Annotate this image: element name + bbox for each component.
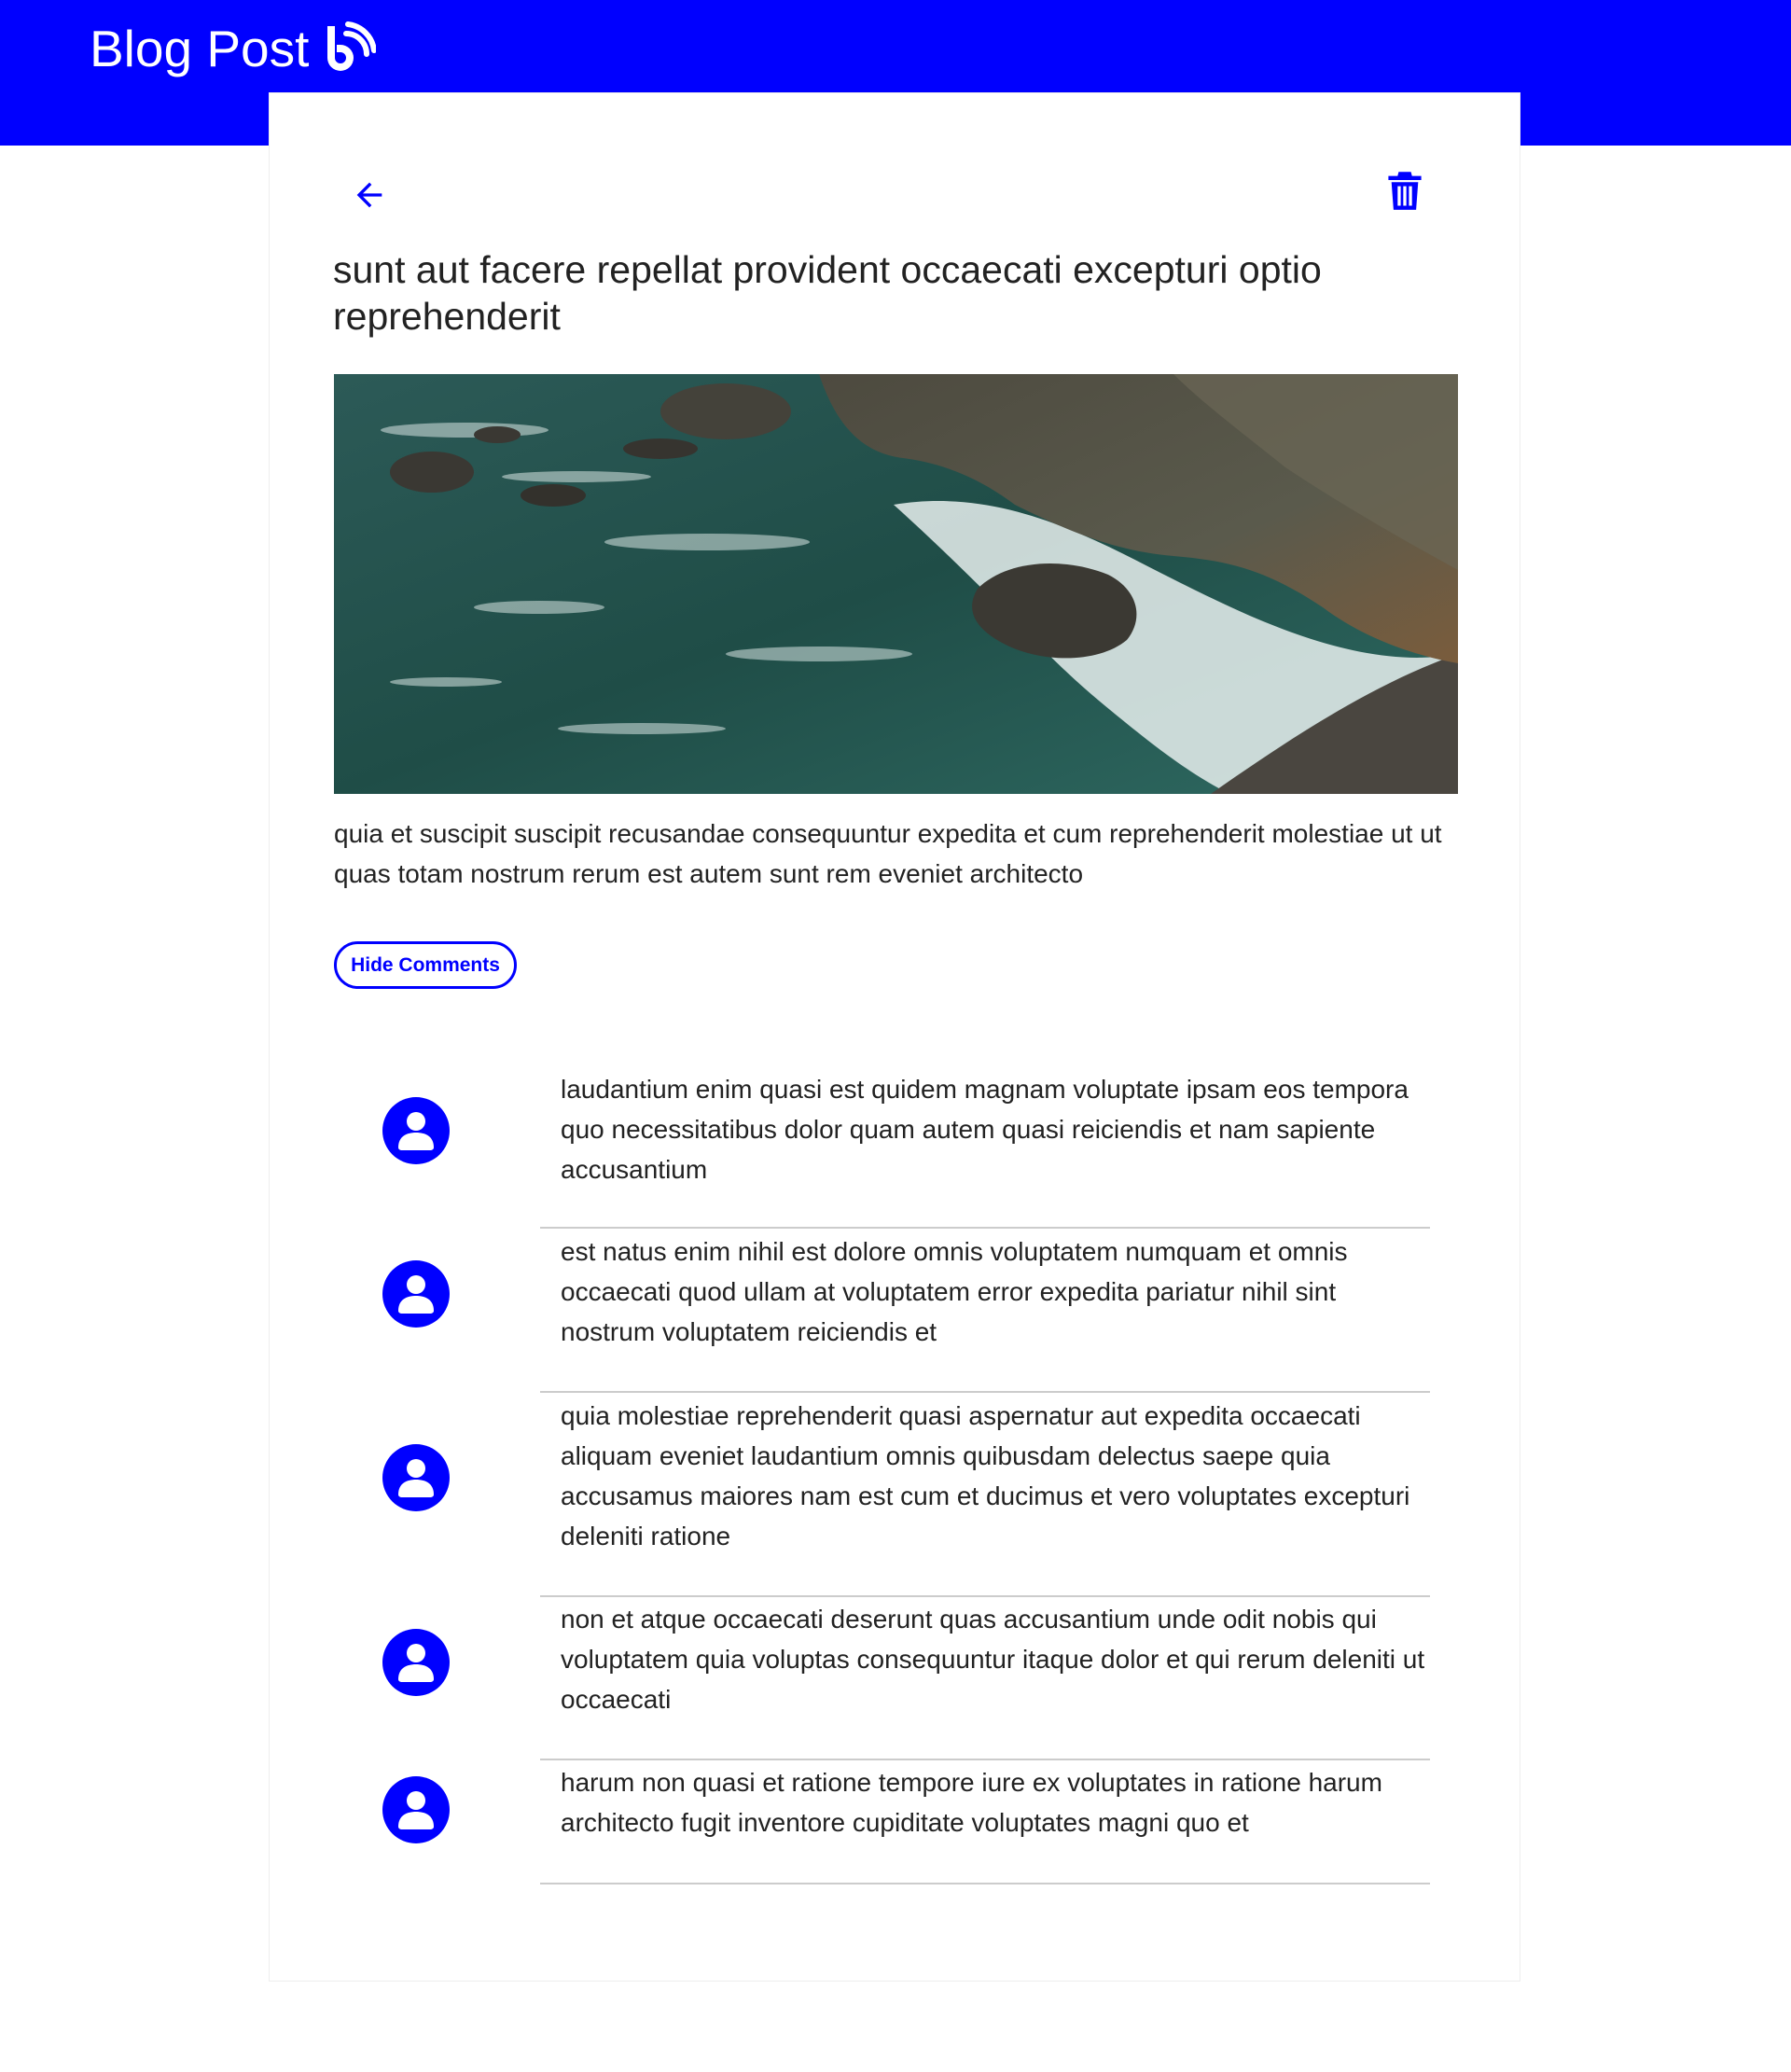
post-body: quia et suscipit suscipit recusandae con… (334, 819, 1442, 888)
coast-photo (334, 374, 1458, 794)
post-image (334, 374, 1458, 794)
delete-button[interactable] (1375, 160, 1435, 220)
comments-list: laudantium enim quasi est quidem magnam … (270, 1064, 1521, 1885)
comment-item: non et atque occaecati deserunt quas acc… (270, 1596, 1521, 1760)
brand: Blog Post (90, 13, 377, 84)
user-circle-icon (382, 1444, 450, 1511)
back-button[interactable] (340, 165, 399, 225)
user-circle-icon (382, 1260, 450, 1328)
comment-text: quia molestiae reprehenderit quasi asper… (561, 1401, 1410, 1551)
comment-divider (540, 1883, 1430, 1884)
feed-icon (327, 21, 377, 71)
user-circle-icon (382, 1629, 450, 1696)
hide-comments-button[interactable]: Hide Comments (334, 941, 517, 989)
comment-item: laudantium enim quasi est quidem magnam … (270, 1064, 1521, 1229)
comment-text: harum non quasi et ratione tempore iure … (561, 1768, 1382, 1837)
comment-item: harum non quasi et ratione tempore iure … (270, 1760, 1521, 1885)
comment-item: est natus enim nihil est dolore omnis vo… (270, 1229, 1521, 1393)
app-title: Blog Post (90, 20, 310, 77)
post-card: sunt aut facere repellat provident occae… (269, 92, 1520, 1982)
comment-text: laudantium enim quasi est quidem magnam … (561, 1075, 1409, 1184)
comment-text: non et atque occaecati deserunt quas acc… (561, 1605, 1425, 1714)
comment-item: quia molestiae reprehenderit quasi asper… (270, 1393, 1521, 1597)
comment-text: est natus enim nihil est dolore omnis vo… (561, 1237, 1348, 1346)
user-circle-icon (382, 1097, 450, 1164)
arrow-left-icon (356, 182, 382, 208)
trash-icon (1388, 172, 1422, 210)
post-title: sunt aut facere repellat provident occae… (333, 248, 1322, 338)
user-circle-icon (382, 1776, 450, 1843)
